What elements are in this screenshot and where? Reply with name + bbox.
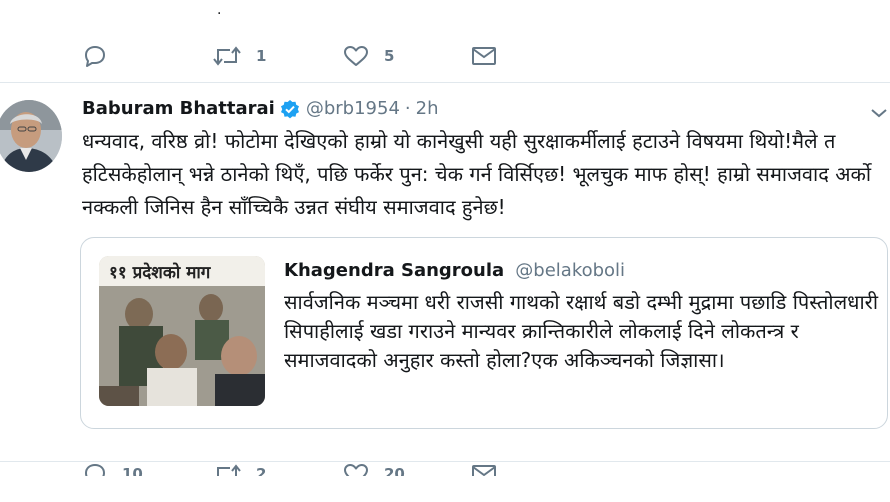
- chevron-down-icon: [871, 109, 887, 118]
- message-button[interactable]: [470, 44, 498, 68]
- quoted-tweet-header: Khagendra Sangroula @belakoboli: [284, 260, 625, 281]
- retweet-count: 2: [256, 465, 267, 476]
- like-icon: [344, 46, 368, 66]
- header-separator: ·: [404, 98, 411, 119]
- quoted-author-name[interactable]: Khagendra Sangroula: [284, 260, 504, 281]
- author-handle[interactable]: @brb1954: [306, 98, 400, 119]
- top-action-bar: 1 5: [82, 40, 498, 72]
- verified-icon: [280, 99, 300, 119]
- like-count: 5: [384, 47, 395, 65]
- retweet-icon: [217, 464, 241, 476]
- retweet-button[interactable]: 2: [212, 462, 342, 476]
- tweet-timestamp[interactable]: 2h: [416, 98, 439, 119]
- tweet-header: Baburam Bhattarai @brb1954 · 2h: [82, 98, 439, 119]
- quoted-tweet-text: सार्वजनिक मञ्चमा धरी राजसी गाथको रक्षार्…: [284, 290, 879, 372]
- like-count: 20: [384, 465, 405, 476]
- reply-icon: [85, 464, 105, 476]
- message-button[interactable]: [470, 462, 498, 476]
- retweet-button[interactable]: 1: [212, 44, 342, 68]
- tweet-text: धन्यवाद, वरिष्ठ व्रो! फोटोमा देखिएको हाम…: [82, 129, 872, 219]
- retweet-icon: [213, 46, 241, 66]
- quoted-image-caption: ११ प्रदेशको माग: [109, 262, 212, 283]
- avatar[interactable]: [0, 100, 62, 172]
- previous-tweet-fragment: ·: [217, 6, 222, 22]
- like-button[interactable]: 5: [342, 44, 470, 68]
- quoted-tweet-card[interactable]: ११ प्रदेशको माग Khagendra Sangroula @bel…: [80, 237, 888, 429]
- message-icon: [472, 47, 496, 65]
- bottom-action-bar: 10 2 20: [82, 452, 498, 476]
- reply-count: 10: [122, 465, 143, 476]
- reply-icon: [85, 46, 105, 67]
- like-button[interactable]: 20: [342, 462, 470, 476]
- quoted-tweet-image[interactable]: ११ प्रदेशको माग: [99, 256, 265, 406]
- reply-button[interactable]: [82, 44, 212, 68]
- message-icon: [472, 465, 496, 476]
- like-icon: [344, 464, 368, 476]
- tweet-options-button[interactable]: [870, 104, 888, 123]
- quoted-author-handle[interactable]: @belakoboli: [515, 260, 625, 281]
- tweet-divider: [0, 82, 890, 83]
- author-name[interactable]: Baburam Bhattarai: [82, 98, 275, 119]
- reply-button[interactable]: 10: [82, 462, 212, 476]
- retweet-count: 1: [256, 47, 267, 65]
